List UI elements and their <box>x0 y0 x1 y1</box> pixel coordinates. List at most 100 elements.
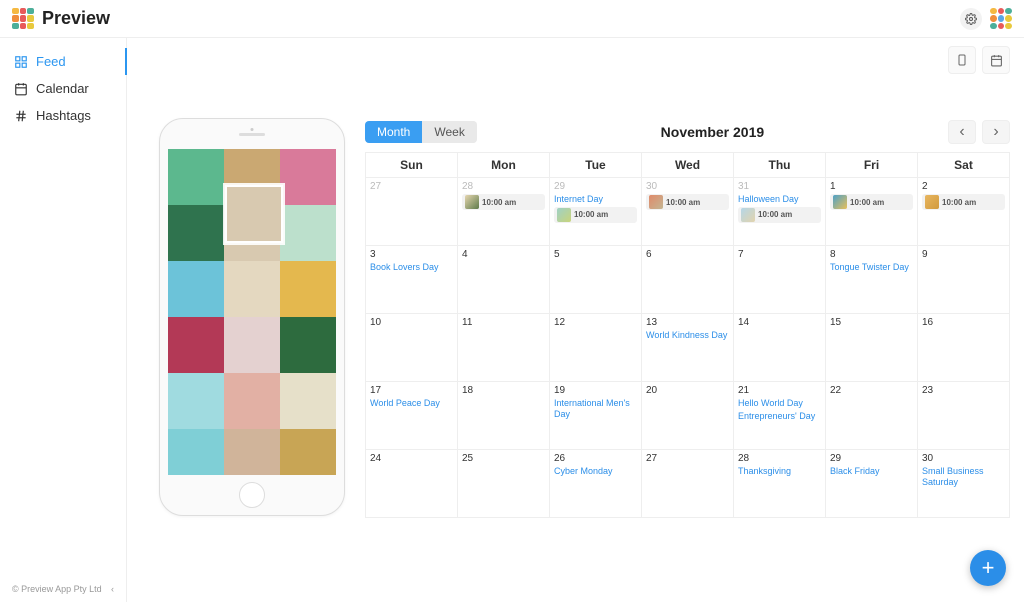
calendar-event[interactable]: Entrepreneurs' Day <box>738 411 821 422</box>
calendar-event[interactable]: Black Friday <box>830 466 913 477</box>
calendar-cell[interactable]: 12 <box>550 314 642 382</box>
calendar-cell[interactable]: 25 <box>458 450 550 518</box>
calendar-event[interactable]: World Peace Day <box>370 398 453 409</box>
calendar-cell[interactable]: 30Small Business Saturday <box>918 450 1010 518</box>
post-time: 10:00 am <box>666 198 700 207</box>
feed-tile[interactable] <box>224 373 280 429</box>
avatar[interactable] <box>990 8 1012 30</box>
sidebar-item-label: Feed <box>36 54 66 69</box>
calendar-cell[interactable]: 24 <box>366 450 458 518</box>
calendar-cell[interactable]: 13 World Kindness Day <box>642 314 734 382</box>
calendar-event[interactable]: Small Business Saturday <box>922 466 1005 488</box>
feed-tile[interactable] <box>168 149 224 205</box>
calendar-event[interactable]: Tongue Twister Day <box>830 262 913 273</box>
calendar-cell[interactable]: 9 <box>918 246 1010 314</box>
calendar-cell[interactable]: 10 <box>366 314 458 382</box>
phone-view-button[interactable] <box>948 46 976 74</box>
calendar-cell[interactable]: 23 <box>918 382 1010 450</box>
calendar-cell[interactable]: 15 <box>826 314 918 382</box>
selected-post[interactable] <box>225 185 283 243</box>
calendar-event[interactable]: Cyber Monday <box>554 466 637 477</box>
feed-tile[interactable] <box>224 261 280 317</box>
calendar-cell[interactable]: 16 <box>918 314 1010 382</box>
day-header: Fri <box>826 153 918 178</box>
app-logo-icon <box>12 8 34 30</box>
calendar-cell[interactable]: 18 <box>458 382 550 450</box>
feed-tile[interactable] <box>280 317 336 373</box>
calendar-cell[interactable]: 19International Men's Day <box>550 382 642 450</box>
calendar-cell[interactable]: 28 Thanksgiving <box>734 450 826 518</box>
day-number: 3 <box>370 249 453 260</box>
calendar-cell[interactable]: 29Black Friday <box>826 450 918 518</box>
scheduled-post[interactable]: 10:00 am <box>830 194 913 210</box>
feed-tile[interactable] <box>224 317 280 373</box>
calendar-cell[interactable]: 31Halloween Day10:00 am <box>734 178 826 246</box>
calendar-cell[interactable]: 27 <box>642 450 734 518</box>
calendar-event[interactable]: Internet Day <box>554 194 637 205</box>
calendar-cell[interactable]: 29Internet Day10:00 am <box>550 178 642 246</box>
scheduled-post[interactable]: 10:00 am <box>554 207 637 223</box>
calendar-cell[interactable]: 2810:00 am <box>458 178 550 246</box>
calendar-cell[interactable]: 3010:00 am <box>642 178 734 246</box>
calendar-cell[interactable]: 14 <box>734 314 826 382</box>
feed-tile[interactable] <box>280 261 336 317</box>
sidebar-item-calendar[interactable]: Calendar <box>0 75 126 102</box>
day-header: Wed <box>642 153 734 178</box>
day-number: 5 <box>554 249 637 260</box>
feed-tile[interactable] <box>280 373 336 429</box>
calendar-cell[interactable]: 3 Book Lovers Day <box>366 246 458 314</box>
calendar-cell[interactable]: 8Tongue Twister Day <box>826 246 918 314</box>
calendar-cell[interactable]: 5 <box>550 246 642 314</box>
feed-tile[interactable] <box>280 429 336 475</box>
calendar-event[interactable]: World Kindness Day <box>646 330 729 341</box>
calendar-cell[interactable]: 11 <box>458 314 550 382</box>
next-month-button[interactable]: › <box>982 120 1010 144</box>
calendar-cell[interactable]: 7 <box>734 246 826 314</box>
month-toggle[interactable]: Month <box>365 121 422 143</box>
calendar-cell[interactable]: 27 <box>366 178 458 246</box>
day-number: 1 <box>830 181 913 192</box>
calendar-toolbar: Month Week November 2019 ‹ › <box>365 120 1010 144</box>
day-number: 21 <box>738 385 821 396</box>
chevron-left-icon[interactable]: ‹ <box>111 584 114 594</box>
feed-tile[interactable] <box>168 429 224 475</box>
calendar-cell[interactable]: 17World Peace Day <box>366 382 458 450</box>
scheduled-post[interactable]: 10:00 am <box>738 207 821 223</box>
feed-tile[interactable] <box>168 317 224 373</box>
calendar-cell[interactable]: 20 <box>642 382 734 450</box>
day-number: 13 <box>646 317 729 328</box>
calendar-cell[interactable]: 21 Hello World Day Entrepreneurs' Day <box>734 382 826 450</box>
calendar-cell[interactable]: 2 10:00 am <box>918 178 1010 246</box>
phone-camera-icon <box>251 128 254 131</box>
sidebar-item-feed[interactable]: Feed <box>0 48 126 75</box>
calendar-event[interactable]: Book Lovers Day <box>370 262 453 273</box>
calendar-cell[interactable]: 4 <box>458 246 550 314</box>
calendar-event[interactable]: Thanksgiving <box>738 466 821 477</box>
scheduled-post[interactable]: 10:00 am <box>462 194 545 210</box>
scheduled-post[interactable]: 10:00 am <box>922 194 1005 210</box>
feed-tile[interactable] <box>280 149 336 205</box>
day-header: Mon <box>458 153 550 178</box>
add-button[interactable]: + <box>970 550 1006 586</box>
scheduled-post[interactable]: 10:00 am <box>646 194 729 210</box>
calendar-cell[interactable]: 22 <box>826 382 918 450</box>
calendar-cell[interactable]: 26Cyber Monday <box>550 450 642 518</box>
feed-tile[interactable] <box>224 429 280 475</box>
feed-tile[interactable] <box>168 261 224 317</box>
calendar-cell[interactable]: 6 <box>642 246 734 314</box>
day-number: 28 <box>738 453 821 464</box>
day-number: 2 <box>922 181 1005 192</box>
prev-month-button[interactable]: ‹ <box>948 120 976 144</box>
week-toggle[interactable]: Week <box>422 121 476 143</box>
sidebar-item-hashtags[interactable]: Hashtags <box>0 102 126 129</box>
calendar-event[interactable]: Halloween Day <box>738 194 821 205</box>
settings-button[interactable] <box>960 8 982 30</box>
calendar-cell[interactable]: 1 10:00 am <box>826 178 918 246</box>
feed-tile[interactable] <box>280 205 336 261</box>
feed-tile[interactable] <box>168 205 224 261</box>
calendar-event[interactable]: International Men's Day <box>554 398 637 420</box>
feed-tile[interactable] <box>168 373 224 429</box>
calendar-event[interactable]: Hello World Day <box>738 398 821 409</box>
calendar-view-button[interactable] <box>982 46 1010 74</box>
day-number: 25 <box>462 453 545 464</box>
